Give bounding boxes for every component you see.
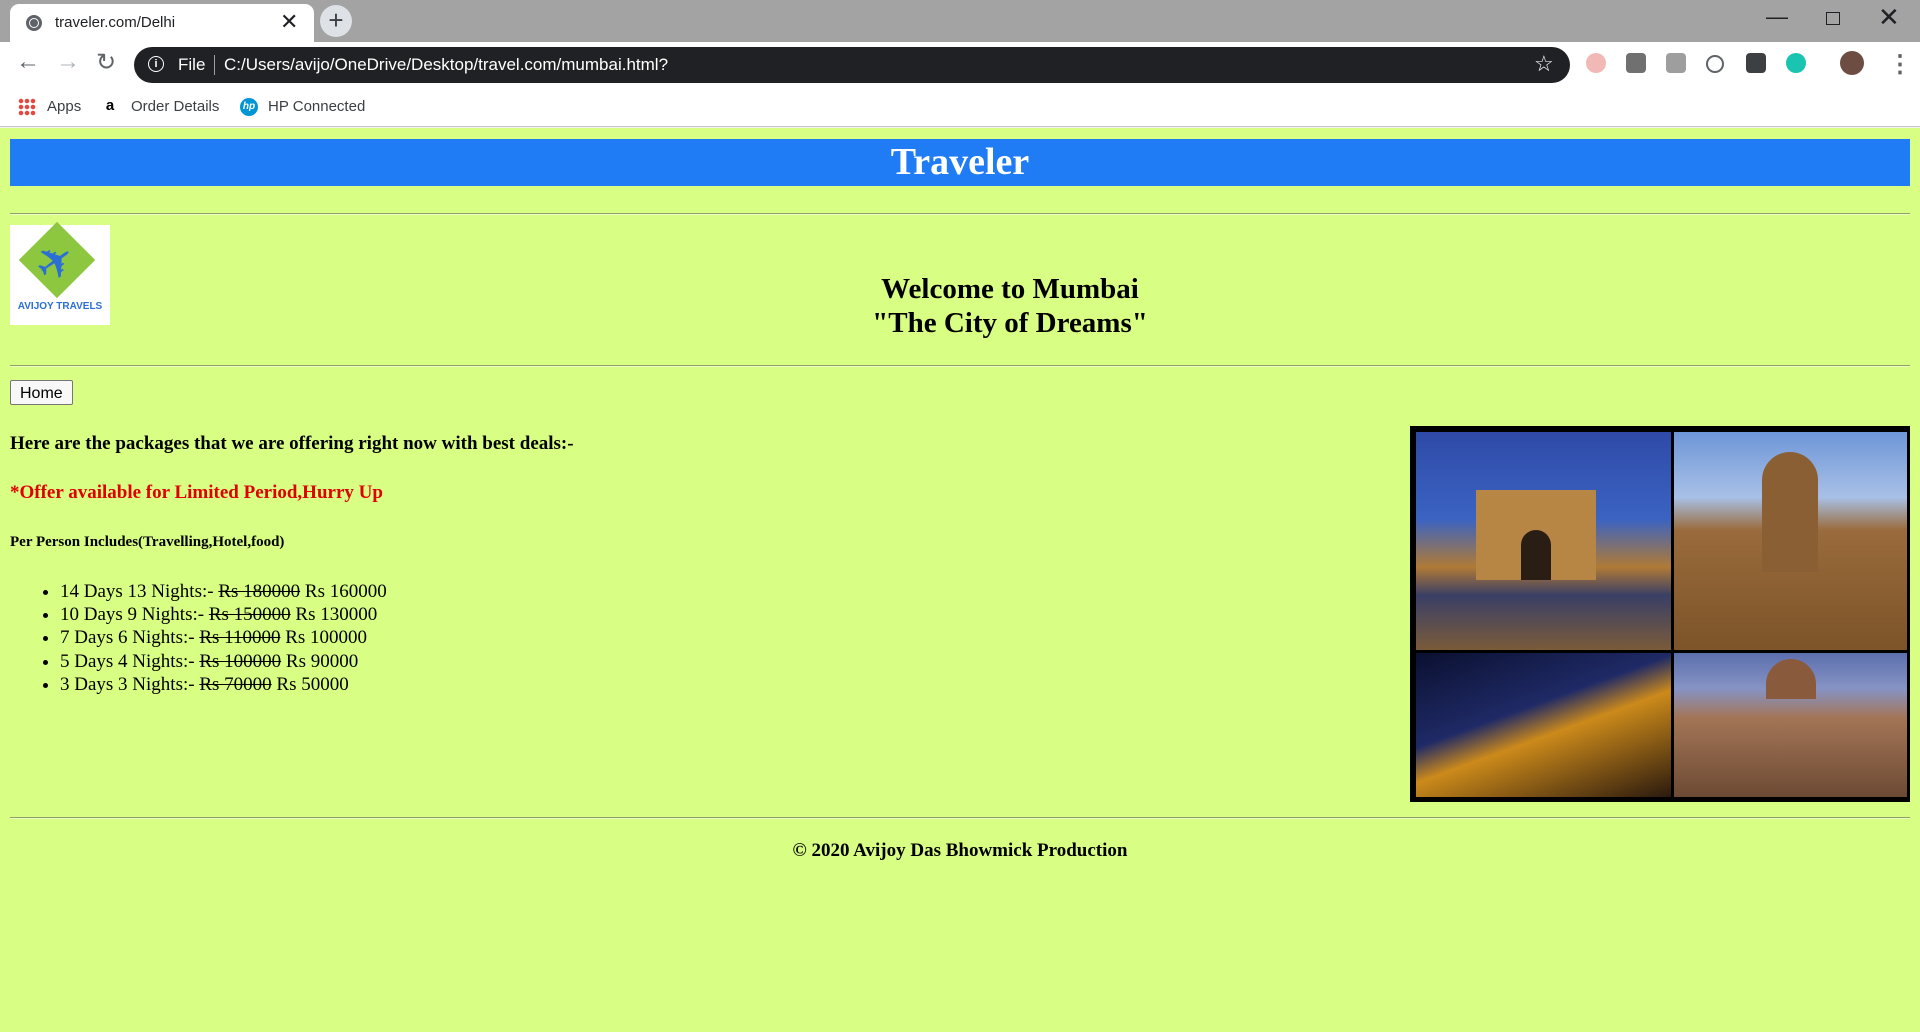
- new-tab-button[interactable]: +: [320, 5, 352, 37]
- star-icon[interactable]: ☆: [1534, 51, 1554, 77]
- package-duration: 7 Days 6 Nights:-: [60, 627, 195, 649]
- old-price: Rs 180000: [218, 581, 301, 602]
- welcome-line-2: "The City of Dreams": [872, 307, 1148, 339]
- forward-icon[interactable]: →: [56, 48, 80, 76]
- back-icon[interactable]: ←: [16, 48, 40, 76]
- package-duration: 10 Days 9 Nights:-: [60, 604, 205, 626]
- new-price: Rs 160000: [304, 581, 387, 602]
- logo: ✈ AVIJOY TRAVELS: [10, 221, 110, 325]
- marine-drive-photo: [1416, 653, 1671, 797]
- reload-icon[interactable]: ↻: [96, 48, 116, 77]
- list-item: 14 Days 13 Nights:- Rs 180000 Rs 160000: [60, 580, 387, 603]
- url-scheme: File: [178, 55, 206, 74]
- profile-avatar[interactable]: [1840, 51, 1864, 75]
- package-duration: 14 Days 13 Nights:-: [60, 581, 214, 602]
- page-content: Traveler ✈ AVIJOY TRAVELS Welcome to Mum…: [0, 128, 1920, 1032]
- old-price: Rs 110000: [199, 627, 281, 649]
- hp-icon: hp: [240, 98, 258, 116]
- extension-icon[interactable]: [1786, 53, 1806, 73]
- welcome-line-1: Welcome to Mumbai: [881, 273, 1139, 305]
- old-price: Rs 100000: [199, 650, 282, 672]
- close-tab-icon[interactable]: ✕: [280, 9, 298, 35]
- new-price: Rs 100000: [285, 627, 368, 649]
- amazon-icon: a: [101, 98, 119, 116]
- offer-text: *Offer available for Limited Period,Hurr…: [10, 482, 383, 503]
- maximize-icon[interactable]: [1826, 12, 1840, 25]
- old-price: Rs 70000: [199, 673, 272, 695]
- tab-strip: traveler.com/Delhi ✕ + — ✕: [0, 0, 1920, 42]
- new-price: Rs 130000: [295, 604, 378, 626]
- includes-text: Per Person Includes(Travelling,Hotel,foo…: [10, 534, 285, 550]
- taj-hotel-photo: [1674, 653, 1907, 797]
- tab-title: traveler.com/Delhi: [55, 14, 176, 31]
- bookmark-order-details[interactable]: Order Details: [131, 98, 219, 115]
- welcome-heading: Welcome to Mumbai "The City of Dreams": [610, 272, 1410, 340]
- globe-icon: [26, 15, 42, 31]
- old-price: Rs 150000: [208, 604, 291, 626]
- extension-icon[interactable]: [1626, 53, 1646, 73]
- home-button[interactable]: Home: [10, 380, 73, 405]
- logo-text: AVIJOY TRAVELS: [17, 301, 103, 312]
- divider: [10, 213, 1910, 215]
- mumbai-collage-image: [1410, 426, 1910, 802]
- site-title: Traveler: [890, 141, 1030, 183]
- bookmark-hp-connected[interactable]: HP Connected: [268, 98, 365, 115]
- new-price: Rs 50000: [276, 673, 349, 695]
- list-item: 5 Days 4 Nights:- Rs 100000 Rs 90000: [60, 650, 387, 673]
- extension-icon[interactable]: [1586, 53, 1606, 73]
- window-close-icon[interactable]: ✕: [1878, 2, 1900, 33]
- bookmark-apps[interactable]: Apps: [47, 98, 81, 115]
- browser-tab[interactable]: traveler.com/Delhi ✕: [10, 4, 314, 42]
- browser-toolbar: ← → ↻ i File C:/Users/avijo/OneDrive/Des…: [0, 42, 1920, 88]
- url-text[interactable]: C:/Users/avijo/OneDrive/Desktop/travel.c…: [224, 55, 668, 75]
- list-item: 7 Days 6 Nights:- Rs 110000 Rs 100000: [60, 626, 387, 649]
- apps-grid-icon: [18, 98, 36, 116]
- list-item: 3 Days 3 Nights:- Rs 70000 Rs 50000: [60, 673, 387, 696]
- package-duration: 3 Days 3 Nights:-: [60, 673, 195, 695]
- divider: [10, 365, 1910, 367]
- list-item: 10 Days 9 Nights:- Rs 150000 Rs 130000: [60, 603, 387, 626]
- divider: [10, 817, 1910, 819]
- package-duration: 5 Days 4 Nights:-: [60, 650, 195, 672]
- new-price: Rs 90000: [285, 650, 359, 672]
- address-bar[interactable]: i File C:/Users/avijo/OneDrive/Desktop/t…: [134, 47, 1570, 83]
- bookmarks-bar: Apps a Order Details hp HP Connected: [0, 88, 1920, 127]
- cube-icon[interactable]: [1746, 53, 1766, 73]
- extension-icon[interactable]: [1666, 53, 1686, 73]
- gateway-of-india-photo: [1416, 432, 1671, 650]
- browser-chrome: traveler.com/Delhi ✕ + — ✕ ← → ↻ i File …: [0, 0, 1920, 128]
- site-header: Traveler: [10, 139, 1910, 186]
- speedometer-icon[interactable]: [1706, 55, 1724, 73]
- intro-text: Here are the packages that we are offeri…: [10, 433, 574, 454]
- minimize-icon[interactable]: —: [1766, 4, 1788, 30]
- package-list: 14 Days 13 Nights:- Rs 180000 Rs 160000 …: [10, 580, 387, 696]
- footer-text: © 2020 Avijoy Das Bhowmick Production: [792, 840, 1128, 861]
- cst-station-photo: [1674, 432, 1907, 650]
- info-icon[interactable]: i: [148, 56, 164, 72]
- menu-icon[interactable]: ⋮: [1888, 50, 1912, 79]
- airplane-icon: ✈: [25, 230, 86, 295]
- url-separator: [214, 55, 215, 75]
